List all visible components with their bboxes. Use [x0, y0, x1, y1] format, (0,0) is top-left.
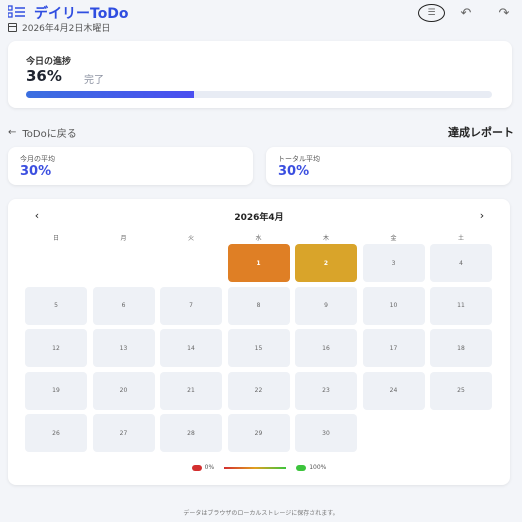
- calendar-day[interactable]: 23: [295, 371, 357, 410]
- legend-high-label: 100%: [309, 464, 327, 471]
- calendar-day[interactable]: 25: [430, 371, 492, 410]
- calendar-day[interactable]: 6: [92, 286, 155, 325]
- calendar-month-label: 2026年4月: [234, 213, 284, 223]
- calendar-day[interactable]: 7: [160, 286, 222, 325]
- weekday-label: 日: [52, 235, 59, 242]
- calendar-icon: [8, 23, 17, 32]
- weekday-label: 木: [322, 235, 329, 242]
- weekday-header: 日月火水木金土: [25, 233, 494, 243]
- progress-label: 今日の進捗: [26, 57, 72, 67]
- list-view-button[interactable]: ☰: [418, 4, 445, 22]
- monthly-average-label: 今月の平均: [20, 155, 55, 163]
- legend-low-label: 0%: [204, 464, 215, 471]
- monthly-average-value: 30%: [20, 164, 52, 179]
- redo-button[interactable]: ↷: [492, 3, 516, 23]
- weekday-label: 金: [390, 235, 397, 242]
- calendar-day[interactable]: 29: [227, 414, 290, 452]
- calendar-day[interactable]: 22: [227, 371, 290, 410]
- progress-bar: [26, 91, 492, 98]
- calendar-day[interactable]: 8: [227, 286, 290, 325]
- calendar-day[interactable]: 27: [92, 414, 155, 452]
- back-label: ToDoに戻る: [22, 129, 77, 140]
- progress-bar-fill: [26, 91, 194, 98]
- calendar-day[interactable]: 28: [160, 414, 222, 452]
- monthly-average-card: 今月の平均 30%: [8, 147, 253, 185]
- app-title: デイリーToDo: [34, 6, 129, 22]
- undo-button[interactable]: ↶: [454, 3, 478, 23]
- calendar-day[interactable]: 17: [362, 329, 425, 367]
- calendar-day[interactable]: 30: [295, 414, 357, 452]
- next-month-button[interactable]: ›: [474, 209, 490, 222]
- redo-icon: ↷: [498, 5, 510, 21]
- arrow-left-icon: ←: [8, 127, 17, 138]
- calendar-day[interactable]: 1: [227, 244, 290, 282]
- calendar-day[interactable]: 4: [430, 244, 492, 282]
- calendar-day[interactable]: 16: [295, 329, 357, 367]
- calendar-day[interactable]: 14: [160, 329, 222, 367]
- calendar-day[interactable]: 5: [25, 286, 87, 325]
- weekday-label: 月: [120, 235, 127, 242]
- calendar-day[interactable]: 11: [430, 286, 492, 325]
- calendar-day[interactable]: 26: [25, 414, 87, 452]
- app-header: デイリーToDo 2026年4月2日木曜日 ☰ ↶ ↷: [8, 3, 516, 34]
- total-average-value: 30%: [278, 164, 310, 179]
- calendar-day[interactable]: 15: [227, 329, 290, 367]
- progress-card: 今日の進捗 36% 完了: [8, 41, 512, 108]
- report-title: 達成レポート: [448, 126, 514, 139]
- progress-percent: 36%: [26, 67, 62, 85]
- calendar-day[interactable]: 13: [92, 329, 155, 367]
- progress-done-label: 完了: [84, 75, 104, 86]
- calendar-card: ‹ 2026年4月 › 日月火水木金土 1 2 3 4 5 6 7 8 9 10 11 12 13 14 1…: [8, 199, 510, 485]
- legend-low-swatch: [191, 464, 202, 471]
- checklist-icon: [8, 5, 25, 18]
- legend-gradient: [224, 466, 287, 469]
- calendar-day[interactable]: 20: [92, 371, 155, 410]
- calendar-day[interactable]: 19: [25, 371, 87, 410]
- legend-high-swatch: [296, 464, 307, 471]
- weekday-label: 水: [255, 235, 262, 242]
- undo-icon: ↶: [460, 5, 472, 21]
- calendar-day[interactable]: 2: [295, 244, 357, 282]
- weekday-label: 土: [457, 235, 464, 242]
- current-date: 2026年4月2日木曜日: [8, 21, 110, 34]
- date-text: 2026年4月2日木曜日: [22, 24, 111, 34]
- list-icon: ☰: [427, 8, 436, 18]
- calendar-day[interactable]: 18: [430, 329, 492, 367]
- report-nav: ← ToDoに戻る 達成レポート: [8, 124, 514, 140]
- calendar-grid: 1 2 3 4 5 6 7 8 9 10 11 12 13 14 15 16 17 18 19 20 21 22 23 24 2…: [25, 244, 494, 454]
- calendar-day[interactable]: 24: [362, 371, 425, 410]
- total-average-label: トータル平均: [278, 155, 320, 163]
- weekday-label: 火: [187, 235, 194, 242]
- storage-notice: データはブラウザのローカルストレージに保存されます。: [183, 510, 339, 517]
- calendar-day[interactable]: 9: [295, 286, 357, 325]
- calendar-day[interactable]: 10: [362, 286, 425, 325]
- calendar-legend: 0% 100%: [8, 464, 510, 471]
- calendar-day[interactable]: 3: [362, 244, 425, 282]
- calendar-day[interactable]: 21: [160, 371, 222, 410]
- total-average-card: トータル平均 30%: [266, 147, 511, 185]
- back-to-todo-link[interactable]: ← ToDoに戻る: [8, 125, 77, 140]
- calendar-day[interactable]: 12: [25, 329, 87, 367]
